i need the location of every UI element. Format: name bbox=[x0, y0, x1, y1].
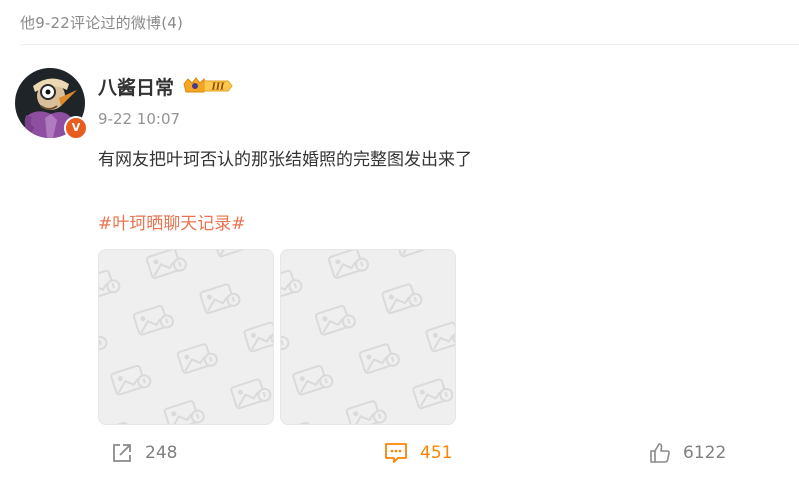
verified-badge-icon: V bbox=[64, 116, 88, 140]
comment-count: 451 bbox=[420, 443, 453, 463]
comment-button[interactable]: 451 bbox=[384, 440, 452, 466]
share-icon bbox=[113, 444, 131, 462]
section-header: 他9-22评论过的微博(4) bbox=[20, 14, 184, 32]
image-placeholder-icon bbox=[99, 250, 273, 424]
post-time[interactable]: 9-22 10:07 bbox=[98, 110, 180, 128]
like-count: 6122 bbox=[683, 443, 727, 463]
comment-icon bbox=[385, 443, 407, 463]
user-name[interactable]: 八酱日常 bbox=[98, 73, 174, 100]
member-level: III bbox=[211, 83, 225, 93]
post-image-2[interactable] bbox=[280, 249, 456, 425]
crown-icon[interactable]: III bbox=[182, 76, 234, 96]
divider bbox=[20, 44, 799, 45]
like-button[interactable]: 6122 bbox=[649, 440, 726, 466]
image-placeholder-icon bbox=[281, 250, 455, 424]
repost-count: 248 bbox=[145, 443, 178, 463]
post-text: 有网友把叶珂否认的那张结婚照的完整图发出来了 bbox=[98, 150, 472, 170]
topic-link[interactable]: #叶珂晒聊天记录# bbox=[98, 209, 246, 234]
post-image-1[interactable] bbox=[98, 249, 274, 425]
thumbs-up-icon bbox=[650, 443, 670, 463]
avatar[interactable]: V bbox=[15, 68, 88, 140]
repost-button[interactable]: 248 bbox=[111, 440, 177, 466]
